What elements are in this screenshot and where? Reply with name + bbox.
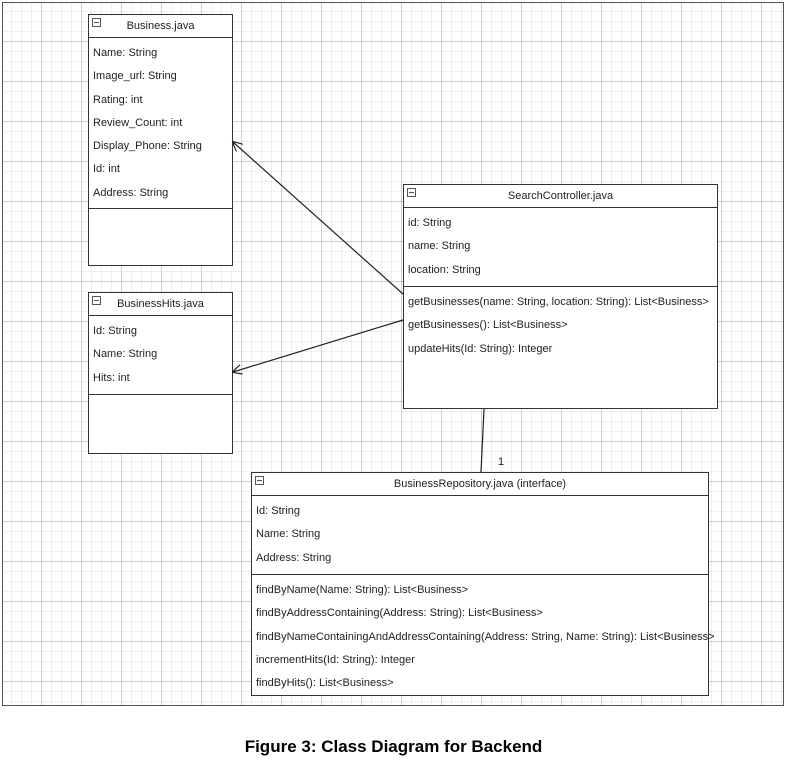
attribute: Name: String xyxy=(93,47,158,59)
method: findByHits(): List<Business> xyxy=(256,677,394,690)
figure-caption: Figure 3: Class Diagram for Backend xyxy=(244,737,543,756)
attribute: Id: String xyxy=(256,505,301,517)
attribute: Display_Phone: String xyxy=(93,140,202,153)
method: getBusinesses(name: String, location: St… xyxy=(408,296,709,308)
class-header: SearchController.java xyxy=(404,185,717,208)
methods-section: getBusinesses(name: String, location: St… xyxy=(404,287,717,361)
class-name: Business.java xyxy=(126,20,195,32)
attribute: Name: String xyxy=(256,528,321,541)
method: incrementHits(Id: String): Integer xyxy=(256,653,415,666)
attribute: id: String xyxy=(408,217,452,229)
attribute: Name: String xyxy=(93,348,158,361)
class-business-repository: BusinessRepository.java (interface) Id: … xyxy=(251,472,715,696)
attribute: Address: String xyxy=(93,186,169,199)
class-name: BusinessHits.java xyxy=(117,298,204,310)
attributes-section: Id: String Name: String Hits: int xyxy=(89,316,232,395)
collapse-icon xyxy=(92,18,101,27)
attributes-section: id: String name: String location: String xyxy=(404,208,717,287)
attribute: Image_url: String xyxy=(93,70,177,83)
attribute: Rating: int xyxy=(93,93,143,106)
class-search-controller: SearchController.java id: String name: S… xyxy=(403,184,718,409)
attribute: location: String xyxy=(408,263,481,276)
methods-section xyxy=(89,209,232,213)
attribute: Id: String xyxy=(93,325,138,337)
attribute: Hits: int xyxy=(93,371,130,384)
class-header: BusinessHits.java xyxy=(89,293,232,316)
method: updateHits(Id: String): Integer xyxy=(408,342,553,355)
class-header: Business.java xyxy=(89,15,232,38)
attribute: Id: int xyxy=(93,163,120,176)
attribute: Review_Count: int xyxy=(93,116,183,129)
method: getBusinesses(): List<Business> xyxy=(408,319,568,332)
methods-section: findByName(Name: String): List<Business>… xyxy=(252,575,715,695)
attribute: name: String xyxy=(408,240,471,253)
collapse-icon xyxy=(407,188,416,197)
method: findByAddressContaining(Address: String)… xyxy=(256,607,543,620)
attribute: Address: String xyxy=(256,551,332,564)
methods-section xyxy=(89,395,232,399)
class-name: BusinessRepository.java (interface) xyxy=(393,478,567,490)
collapse-icon xyxy=(255,476,264,485)
attributes-section: Name: String Image_url: String Rating: i… xyxy=(89,38,232,209)
method: findByName(Name: String): List<Business> xyxy=(256,584,469,596)
method: findByNameContainingAndAddressContaining… xyxy=(256,630,715,643)
class-name: SearchController.java xyxy=(507,190,614,202)
collapse-icon xyxy=(92,296,101,305)
class-header: BusinessRepository.java (interface) xyxy=(252,473,708,496)
class-business-hits: BusinessHits.java Id: String Name: Strin… xyxy=(88,292,233,454)
class-business: Business.java Name: String Image_url: St… xyxy=(88,14,233,266)
attributes-section: Id: String Name: String Address: String xyxy=(252,496,708,575)
